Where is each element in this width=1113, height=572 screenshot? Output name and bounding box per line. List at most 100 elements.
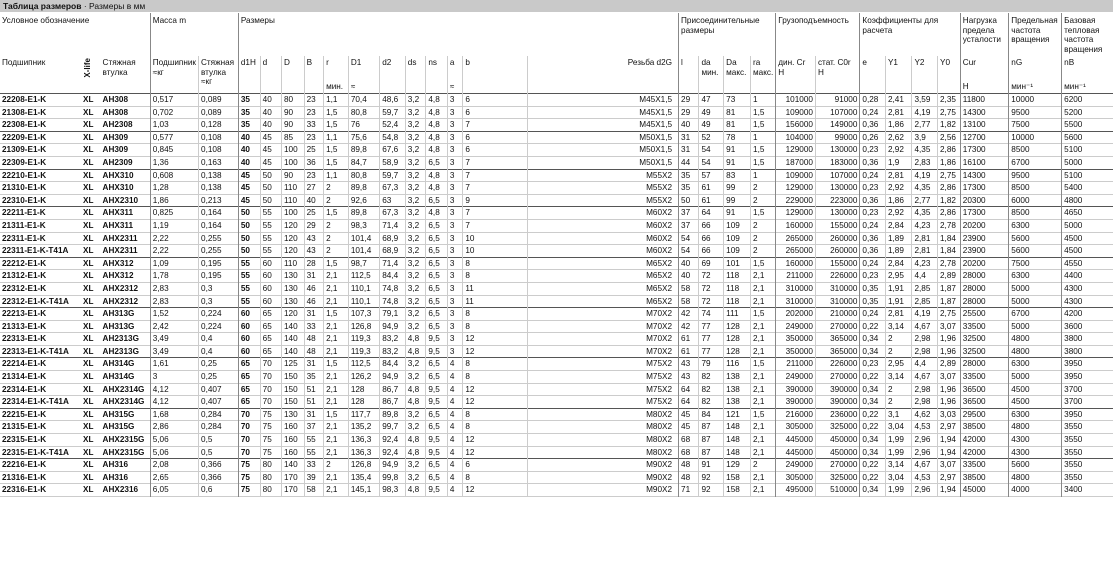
cell-Y1: 1,91 <box>884 282 912 295</box>
cell-a: 4 <box>446 408 463 421</box>
cell-B: 29 <box>303 219 324 233</box>
cell-Y0: 2,75 <box>936 307 961 321</box>
cell-d2: 86,7 <box>379 395 406 409</box>
cell-a: 3 <box>446 156 463 170</box>
cell-m-bearing: 3 <box>149 370 199 384</box>
cell-nG: 5000 <box>1008 320 1062 333</box>
cell-Da: 99 <box>723 194 751 207</box>
cell-sleeve: AH315G <box>102 409 135 419</box>
cell-b: 11 <box>462 282 528 295</box>
cell-ra: 1,5 <box>750 206 776 220</box>
cell-ns: 4,8 <box>425 143 448 157</box>
cell-d2: 67,3 <box>379 206 406 220</box>
cell-sleeve: AH313G <box>102 321 135 331</box>
cell-D1: 101,4 <box>347 244 380 258</box>
cell-Y1: 1,89 <box>884 232 912 245</box>
cell-ds: 3,2 <box>404 106 426 119</box>
cell-b: 8 <box>462 269 528 283</box>
cell-B: 33 <box>303 458 324 472</box>
cell-D: 140 <box>280 332 305 346</box>
cell-nB: 3950 <box>1061 408 1113 421</box>
cell-Y2: 2,98 <box>911 332 938 346</box>
cell-Y2: 2,98 <box>911 345 938 358</box>
cell-thread: M55X2 <box>527 169 679 182</box>
cell-Y0: 1,82 <box>936 118 961 132</box>
cell-m-sleeve: 0,164 <box>198 219 239 233</box>
cell-xlife: XL <box>83 145 94 155</box>
cell-Da: 158 <box>723 471 751 484</box>
xlife-label: X-life <box>83 58 93 78</box>
cell-a: 3 <box>446 93 463 107</box>
dimensions-table: Условное обозначение Масса m Размеры При… <box>0 13 1113 497</box>
cell-xlife: XL <box>83 246 94 256</box>
cell-r: 1,5 <box>323 118 349 132</box>
cell-D1: 98,7 <box>347 257 380 270</box>
cell-m-bearing: 1,28 <box>149 181 199 195</box>
cell-l: 48 <box>678 458 699 472</box>
cell-nG: 4800 <box>1008 420 1062 434</box>
cell-ns: 6,5 <box>425 156 448 170</box>
cell-nG: 4000 <box>1008 483 1062 497</box>
cell-d2: 59,7 <box>379 106 406 119</box>
cell-Y0: 1,84 <box>936 244 961 258</box>
cell-thread: M60X2 <box>527 232 679 245</box>
cell-ds: 3,2 <box>404 181 426 195</box>
cell-e: 0,22 <box>859 471 886 484</box>
cell-da: 79 <box>698 357 724 371</box>
D1-label: D1 <box>350 58 362 67</box>
cell-l: 40 <box>678 118 699 132</box>
cell-da: 72 <box>698 269 724 283</box>
cell-nG: 4500 <box>1008 383 1062 396</box>
cell-Y2: 2,85 <box>911 295 938 308</box>
cell-ds: 3,2 <box>404 194 426 207</box>
cell-D: 110 <box>280 181 305 195</box>
cell-d1h: 35 <box>237 93 261 107</box>
cell-D: 160 <box>280 433 305 447</box>
cell-bearing: 22316-E1-K <box>2 485 47 495</box>
cell-bearing: 22210-E1-K <box>2 170 47 180</box>
cell-sleeve: AHX312 <box>102 271 134 281</box>
cell-Y0: 2,86 <box>936 181 961 195</box>
cell-Cr: 350000 <box>775 345 816 358</box>
cell-e: 0,22 <box>859 458 886 472</box>
cell-e: 0,24 <box>859 257 886 270</box>
cell-Da: 78 <box>723 131 751 144</box>
cell-Y1: 1,99 <box>884 483 912 497</box>
cell-C0r: 260000 <box>814 232 860 245</box>
cell-Cur: 11800 <box>959 93 1009 107</box>
col-thread: Резьба d2G <box>527 56 679 94</box>
cell-e: 0,24 <box>859 219 886 233</box>
cell-D1: 112,5 <box>347 357 380 371</box>
cell-e: 0,34 <box>859 395 886 409</box>
cell-thread: M65X2 <box>527 295 679 308</box>
cell-Cr: 390000 <box>775 383 816 396</box>
col-ds: ds <box>404 56 426 94</box>
cell-Da: 91 <box>723 156 751 170</box>
cell-Y1: 2,81 <box>884 169 912 182</box>
cell-b: 12 <box>462 483 528 497</box>
cell-D1: 101,4 <box>347 232 380 245</box>
cell-D1: 92,6 <box>347 194 380 207</box>
cell-D1: 70,4 <box>347 93 380 107</box>
cell-Cr: 305000 <box>775 420 816 434</box>
cell-a: 4 <box>446 458 463 472</box>
r-label: r <box>326 58 329 67</box>
table-row: 21308-E1-K XL AH308 0,702 0,089 35 40 90 23 1,5 80… <box>0 106 1113 119</box>
cell-sleeve: AH2308 <box>102 120 133 130</box>
cell-Da: 91 <box>723 206 751 220</box>
cell-B: 39 <box>303 471 324 484</box>
cell-r: 2,1 <box>323 383 349 396</box>
cell-da: 54 <box>698 143 724 157</box>
cell-m-sleeve: 0,284 <box>198 408 239 421</box>
cell-b: 10 <box>462 232 528 245</box>
cell-Cur: 33500 <box>959 458 1009 472</box>
cell-d1h: 55 <box>237 257 261 270</box>
cell-Cr: 265000 <box>775 232 816 245</box>
table-row: 22211-E1-K XL AHX311 0,825 0,164 50 55 100 25 1,5… <box>0 206 1113 220</box>
cell-d2: 84,4 <box>379 357 406 371</box>
cell-a: 3 <box>446 282 463 295</box>
cell-m-bearing: 1,09 <box>149 257 199 270</box>
cell-Cur: 33500 <box>959 370 1009 384</box>
cell-d2: 94,9 <box>379 320 406 333</box>
cell-l: 54 <box>678 232 699 245</box>
